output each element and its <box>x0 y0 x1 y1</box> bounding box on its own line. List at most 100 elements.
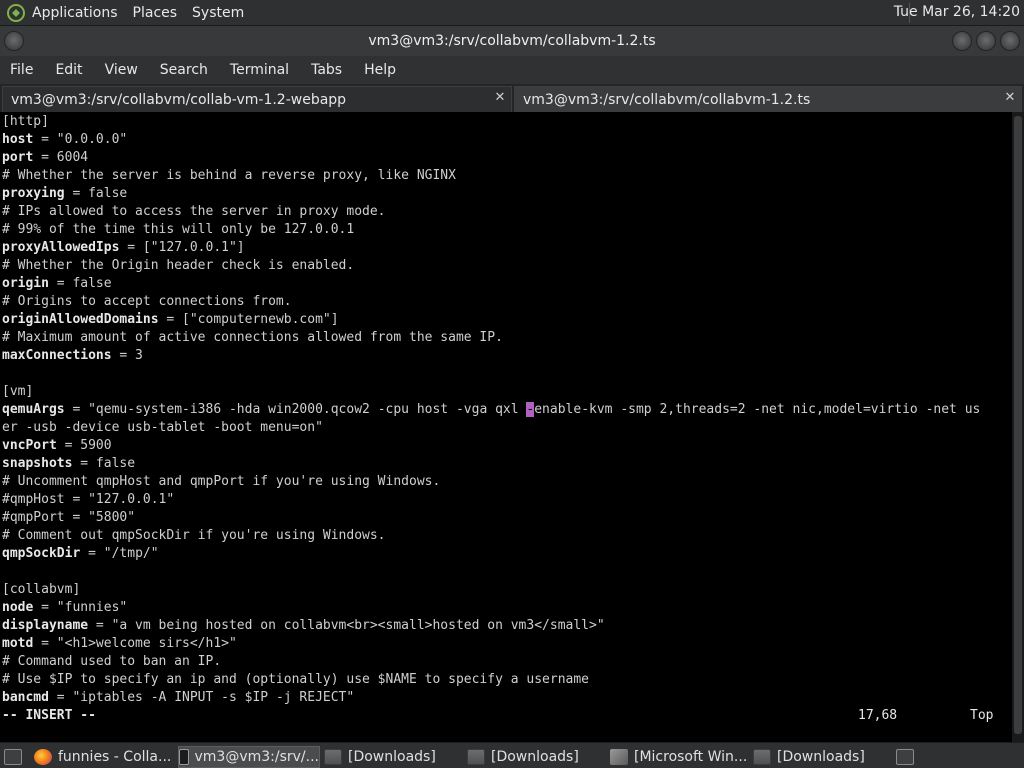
terminal-scrollbar[interactable] <box>1012 112 1024 742</box>
line-text: # 99% of the time this will only be 127.… <box>2 222 355 237</box>
config-key: qmpSockDir <box>2 546 81 561</box>
taskbar-item[interactable]: [Microsoft Win... <box>610 746 748 768</box>
config-key: host <box>2 132 34 147</box>
editor-line: displayname = "a vm being hosted on coll… <box>2 617 605 635</box>
taskbar-item[interactable]: funnies - Colla... <box>34 746 172 768</box>
places-menu[interactable]: Places <box>133 5 178 21</box>
editor-line: # Maximum amount of active connections a… <box>2 329 503 347</box>
taskbar-item-label: [Downloads] <box>348 749 436 765</box>
editor-line: proxyAllowedIps = ["127.0.0.1"] <box>2 239 245 257</box>
distro-logo-icon[interactable] <box>6 3 26 23</box>
config-key: node <box>2 600 34 615</box>
menu-view[interactable]: View <box>105 62 138 78</box>
config-key: qemuArgs <box>2 402 65 417</box>
tab-label: vm3@vm3:/srv/collabvm/collabvm-1.2.ts <box>523 91 811 108</box>
show-desktop-button[interactable] <box>4 746 28 768</box>
cursor-position: 17,68 <box>858 708 898 723</box>
editor-line: bancmd = "iptables -A INPUT -s $IP -j RE… <box>2 689 354 707</box>
line-text: # Origins to accept connections from. <box>2 294 292 309</box>
config-key: maxConnections <box>2 348 112 363</box>
window-menu-button[interactable] <box>4 31 24 51</box>
line-text: # Whether the server is behind a reverse… <box>2 168 456 183</box>
editor-line: # IPs allowed to access the server in pr… <box>2 203 386 221</box>
config-key: proxyAllowedIps <box>2 240 120 255</box>
clock[interactable]: Tue Mar 26, 14:20 <box>894 4 1020 20</box>
line-text: = false <box>64 186 128 201</box>
line-text: = ["computernewb.com"] <box>158 312 339 327</box>
folder-icon <box>324 749 342 765</box>
config-key: motd <box>2 636 34 651</box>
editor-line: proxying = false <box>2 185 127 203</box>
editor-line: maxConnections = 3 <box>2 347 143 365</box>
firefox-icon <box>34 749 52 765</box>
config-key: port <box>2 150 34 165</box>
line-text: = 5900 <box>56 438 112 453</box>
config-key: originAllowedDomains <box>2 312 159 327</box>
editor-line: # Origins to accept connections from. <box>2 293 292 311</box>
minimize-button[interactable] <box>952 31 972 51</box>
window-titlebar[interactable]: vm3@vm3:/srv/collabvm/collabvm-1.2.ts <box>0 26 1024 56</box>
workspace-switcher[interactable] <box>896 746 926 768</box>
line-text: = "funnies" <box>33 600 128 615</box>
tab-bar: vm3@vm3:/srv/collabvm/collab-vm-1.2-weba… <box>0 84 1024 112</box>
terminal-icon <box>179 749 189 765</box>
line-text: [http] <box>2 114 49 129</box>
scrollbar-thumb[interactable] <box>1014 116 1022 734</box>
line-text: enable-kvm -smp 2,threads=2 -net nic,mod… <box>534 402 981 417</box>
editor-line: [collabvm] <box>2 581 80 599</box>
editor-line: # 99% of the time this will only be 127.… <box>2 221 354 239</box>
applications-menu[interactable]: Applications <box>32 5 118 21</box>
line-text: = 3 <box>111 348 143 363</box>
line-text: # Uncomment qmpHost and qmpPort if you'r… <box>2 474 441 489</box>
config-key: vncPort <box>2 438 57 453</box>
close-icon[interactable]: ✕ <box>493 91 507 105</box>
line-text: = ["127.0.0.1"] <box>119 240 245 255</box>
taskbar-item-label: [Downloads] <box>491 749 579 765</box>
editor-line: [http] <box>2 113 49 131</box>
menu-edit[interactable]: Edit <box>55 62 82 78</box>
line-text: [collabvm] <box>2 582 81 597</box>
terminal-area[interactable]: [http] host = "0.0.0.0" port = 6004 # Wheth… <box>0 112 1024 742</box>
taskbar-item[interactable]: [Downloads] <box>324 746 462 768</box>
line-text: = 6004 <box>33 150 89 165</box>
taskbar-item[interactable]: vm3@vm3:/srv/... <box>178 746 320 768</box>
config-key: origin <box>2 276 49 291</box>
editor-line: er -usb -device usb-tablet -boot menu=on… <box>2 419 323 437</box>
folder-icon <box>467 749 485 765</box>
line-text: = "0.0.0.0" <box>33 132 128 147</box>
window-icon <box>610 749 628 765</box>
line-text: # Use $IP to specify an ip and (optional… <box>2 672 589 687</box>
menu-search[interactable]: Search <box>160 62 208 78</box>
line-text: = "qemu-system-i386 -hda win2000.qcow2 -… <box>64 402 527 417</box>
editor-line: port = 6004 <box>2 149 88 167</box>
taskbar-item[interactable]: [Downloads] <box>467 746 605 768</box>
taskbar-item-label: funnies - Colla... <box>58 749 172 765</box>
line-text: # IPs allowed to access the server in pr… <box>2 204 386 219</box>
config-key: snapshots <box>2 456 73 471</box>
menu-terminal[interactable]: Terminal <box>230 62 289 78</box>
menu-file[interactable]: File <box>10 62 33 78</box>
close-icon[interactable]: ✕ <box>1003 91 1017 105</box>
workspace-icon <box>896 749 914 765</box>
editor-line: origin = false <box>2 275 112 293</box>
tab-webapp[interactable]: vm3@vm3:/srv/collabvm/collab-vm-1.2-weba… <box>2 86 512 112</box>
taskbar: funnies - Colla... vm3@vm3:/srv/... [Dow… <box>0 742 1024 768</box>
top-panel: Applications Places System Tue Mar 26, 1… <box>0 0 1024 26</box>
desktop-icon <box>4 749 22 765</box>
line-text: # Command used to ban an IP. <box>2 654 222 669</box>
line-text: = "a vm being hosted on collabvm<br><sma… <box>88 618 605 633</box>
menu-help[interactable]: Help <box>364 62 396 78</box>
maximize-button[interactable] <box>976 31 996 51</box>
tab-collabvm-ts[interactable]: vm3@vm3:/srv/collabvm/collabvm-1.2.ts ✕ <box>514 86 1022 112</box>
config-key: displayname <box>2 618 89 633</box>
config-key: proxying <box>2 186 65 201</box>
editor-line: qemuArgs = "qemu-system-i386 -hda win200… <box>2 401 980 419</box>
taskbar-item[interactable]: [Downloads] <box>753 746 891 768</box>
editor-line: # Whether the server is behind a reverse… <box>2 167 456 185</box>
taskbar-item-label: [Microsoft Win... <box>634 749 748 765</box>
menu-tabs[interactable]: Tabs <box>311 62 342 78</box>
system-menu[interactable]: System <box>192 5 244 21</box>
close-window-button[interactable] <box>1000 31 1020 51</box>
editor-line: # Use $IP to specify an ip and (optional… <box>2 671 589 689</box>
config-key: bancmd <box>2 690 49 705</box>
